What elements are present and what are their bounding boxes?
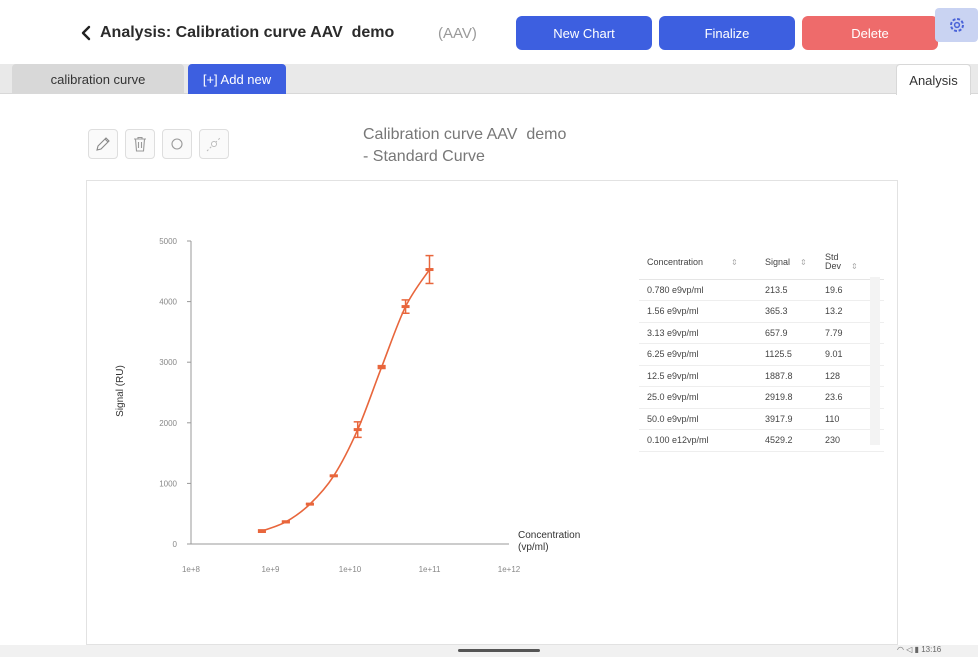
circle-icon[interactable]: [162, 129, 192, 159]
y-axis-label: Signal (RU): [115, 365, 126, 417]
chart-title: Calibration curve AAV demo - Standard Cur…: [363, 124, 566, 168]
point-marker: [305, 502, 314, 506]
trash-icon[interactable]: [125, 129, 155, 159]
home-indicator[interactable]: [458, 649, 540, 652]
header-label: Signal: [765, 256, 791, 267]
x-tick-label: 1e+10: [339, 565, 362, 574]
y-tick-label: 3000: [159, 358, 177, 367]
x-axis-label-line2: (vp/ml): [518, 542, 549, 553]
cell-signal: 657.9: [757, 322, 817, 344]
new-chart-button[interactable]: New Chart: [516, 16, 652, 50]
chart-title-line2: - Standard Curve: [363, 148, 485, 165]
chart-panel: 0 1000 2000 3000 4000 5000 1e+8 1e+9 1e+10 1e+11…: [86, 180, 898, 645]
data-point[interactable]: [425, 254, 434, 285]
point-marker: [401, 305, 410, 309]
header-label: Std Dev: [825, 251, 842, 271]
data-point[interactable]: [305, 502, 314, 506]
gear-icon[interactable]: [935, 8, 978, 42]
data-point[interactable]: [377, 364, 386, 370]
table-header-row: Concentration ⇕ Signal ⇕ Std Dev ⇕: [639, 245, 884, 280]
x-axis-label: Concentration (vp/ml): [518, 530, 580, 553]
cell-concentration: 3.13 e9vp/ml: [639, 322, 757, 344]
x-axis-label-line1: Concentration: [518, 530, 580, 541]
sort-icon: ⇕: [800, 257, 807, 267]
fit-curve: [261, 269, 431, 532]
y-tick-label: 2000: [159, 419, 177, 428]
table-row[interactable]: 6.25 e9vp/ml 1125.5 9.01: [639, 343, 884, 366]
cell-concentration: 0.100 e12vp/ml: [639, 429, 757, 452]
status-bar: ◠ ◁ ▮ 13:16: [0, 645, 978, 657]
volume-icon: ◁: [906, 645, 915, 654]
point-marker: [281, 520, 290, 524]
y-tick-label: 4000: [159, 298, 177, 307]
cell-concentration: 6.25 e9vp/ml: [639, 343, 757, 366]
pencil-icon[interactable]: [88, 129, 118, 159]
point-marker: [353, 428, 362, 432]
x-tick-label: 1e+12: [498, 565, 521, 574]
tab-calibration-curve[interactable]: calibration curve: [12, 64, 184, 94]
point-marker: [329, 474, 338, 478]
x-tick-label: 1e+11: [419, 565, 441, 574]
data-point[interactable]: [281, 520, 290, 524]
cell-signal: 213.5: [757, 279, 817, 301]
cell-concentration: 1.56 e9vp/ml: [639, 300, 757, 323]
data-table: Concentration ⇕ Signal ⇕ Std Dev ⇕ 0.780 e9…: [639, 245, 884, 452]
column-header-signal[interactable]: Signal ⇕: [757, 245, 817, 280]
tab-add-new[interactable]: [+] Add new: [188, 64, 286, 94]
status-icons: ◠ ◁ ▮ 13:16: [897, 645, 941, 654]
line-tool-icon[interactable]: [199, 129, 229, 159]
sort-icon: ⇕: [731, 257, 738, 267]
table-row[interactable]: 50.0 e9vp/ml 3917.9 110: [639, 408, 884, 430]
cell-signal: 1125.5: [757, 343, 817, 366]
table-row[interactable]: 25.0 e9vp/ml 2919.8 23.6: [639, 386, 884, 409]
point-marker: [377, 365, 386, 369]
y-tick-label: 1000: [159, 479, 177, 488]
point-marker: [425, 268, 434, 272]
y-tick-label: 5000: [159, 237, 177, 246]
point-marker: [257, 529, 266, 533]
tab-analysis[interactable]: Analysis: [896, 64, 971, 95]
delete-button[interactable]: Delete: [802, 16, 938, 50]
column-header-concentration[interactable]: Concentration ⇕: [639, 245, 757, 280]
y-tick-label: 0: [173, 540, 178, 549]
cell-signal: 365.3: [757, 300, 817, 323]
back-chevron-icon[interactable]: [76, 22, 96, 44]
sort-icon: ⇕: [851, 261, 858, 271]
chart-title-line1: Calibration curve AAV demo: [363, 126, 567, 143]
table-row[interactable]: 0.100 e12vp/ml 4529.2 230: [639, 429, 884, 452]
table-row[interactable]: 1.56 e9vp/ml 365.3 13.2: [639, 300, 884, 323]
table-row[interactable]: 0.780 e9vp/ml 213.5 19.6: [639, 279, 884, 301]
cell-signal: 2919.8: [757, 386, 817, 409]
standard-curve-chart: 0 1000 2000 3000 4000 5000 1e+8 1e+9 1e+10 1e+11…: [115, 237, 580, 574]
status-time: 13:16: [921, 645, 942, 654]
column-header-std-dev[interactable]: Std Dev ⇕: [817, 245, 884, 280]
data-point[interactable]: [257, 529, 266, 533]
cell-concentration: 50.0 e9vp/ml: [639, 408, 757, 430]
x-tick-label: 1e+9: [261, 565, 280, 574]
cell-signal: 4529.2: [757, 429, 817, 452]
table-scrollbar[interactable]: [870, 277, 880, 445]
cell-signal: 1887.8: [757, 365, 817, 387]
cell-signal: 3917.9: [757, 408, 817, 430]
app-header: Analysis: Calibration curve AAV demo (AA…: [0, 0, 978, 64]
x-tick-label: 1e+8: [182, 565, 201, 574]
cell-concentration: 25.0 e9vp/ml: [639, 386, 757, 409]
page-title: Analysis: Calibration curve AAV demo: [100, 24, 395, 41]
finalize-button[interactable]: Finalize: [659, 16, 795, 50]
table-row[interactable]: 12.5 e9vp/ml 1887.8 128: [639, 365, 884, 387]
cell-concentration: 12.5 e9vp/ml: [639, 365, 757, 387]
page-subtitle: (AAV): [438, 25, 477, 42]
table-row[interactable]: 3.13 e9vp/ml 657.9 7.79: [639, 322, 884, 344]
cell-concentration: 0.780 e9vp/ml: [639, 279, 757, 301]
header-label: Concentration: [647, 256, 704, 267]
wifi-icon: ◠: [897, 645, 907, 654]
tab-bar: calibration curve [+] Add new Analysis: [0, 64, 978, 95]
data-point[interactable]: [329, 474, 338, 478]
